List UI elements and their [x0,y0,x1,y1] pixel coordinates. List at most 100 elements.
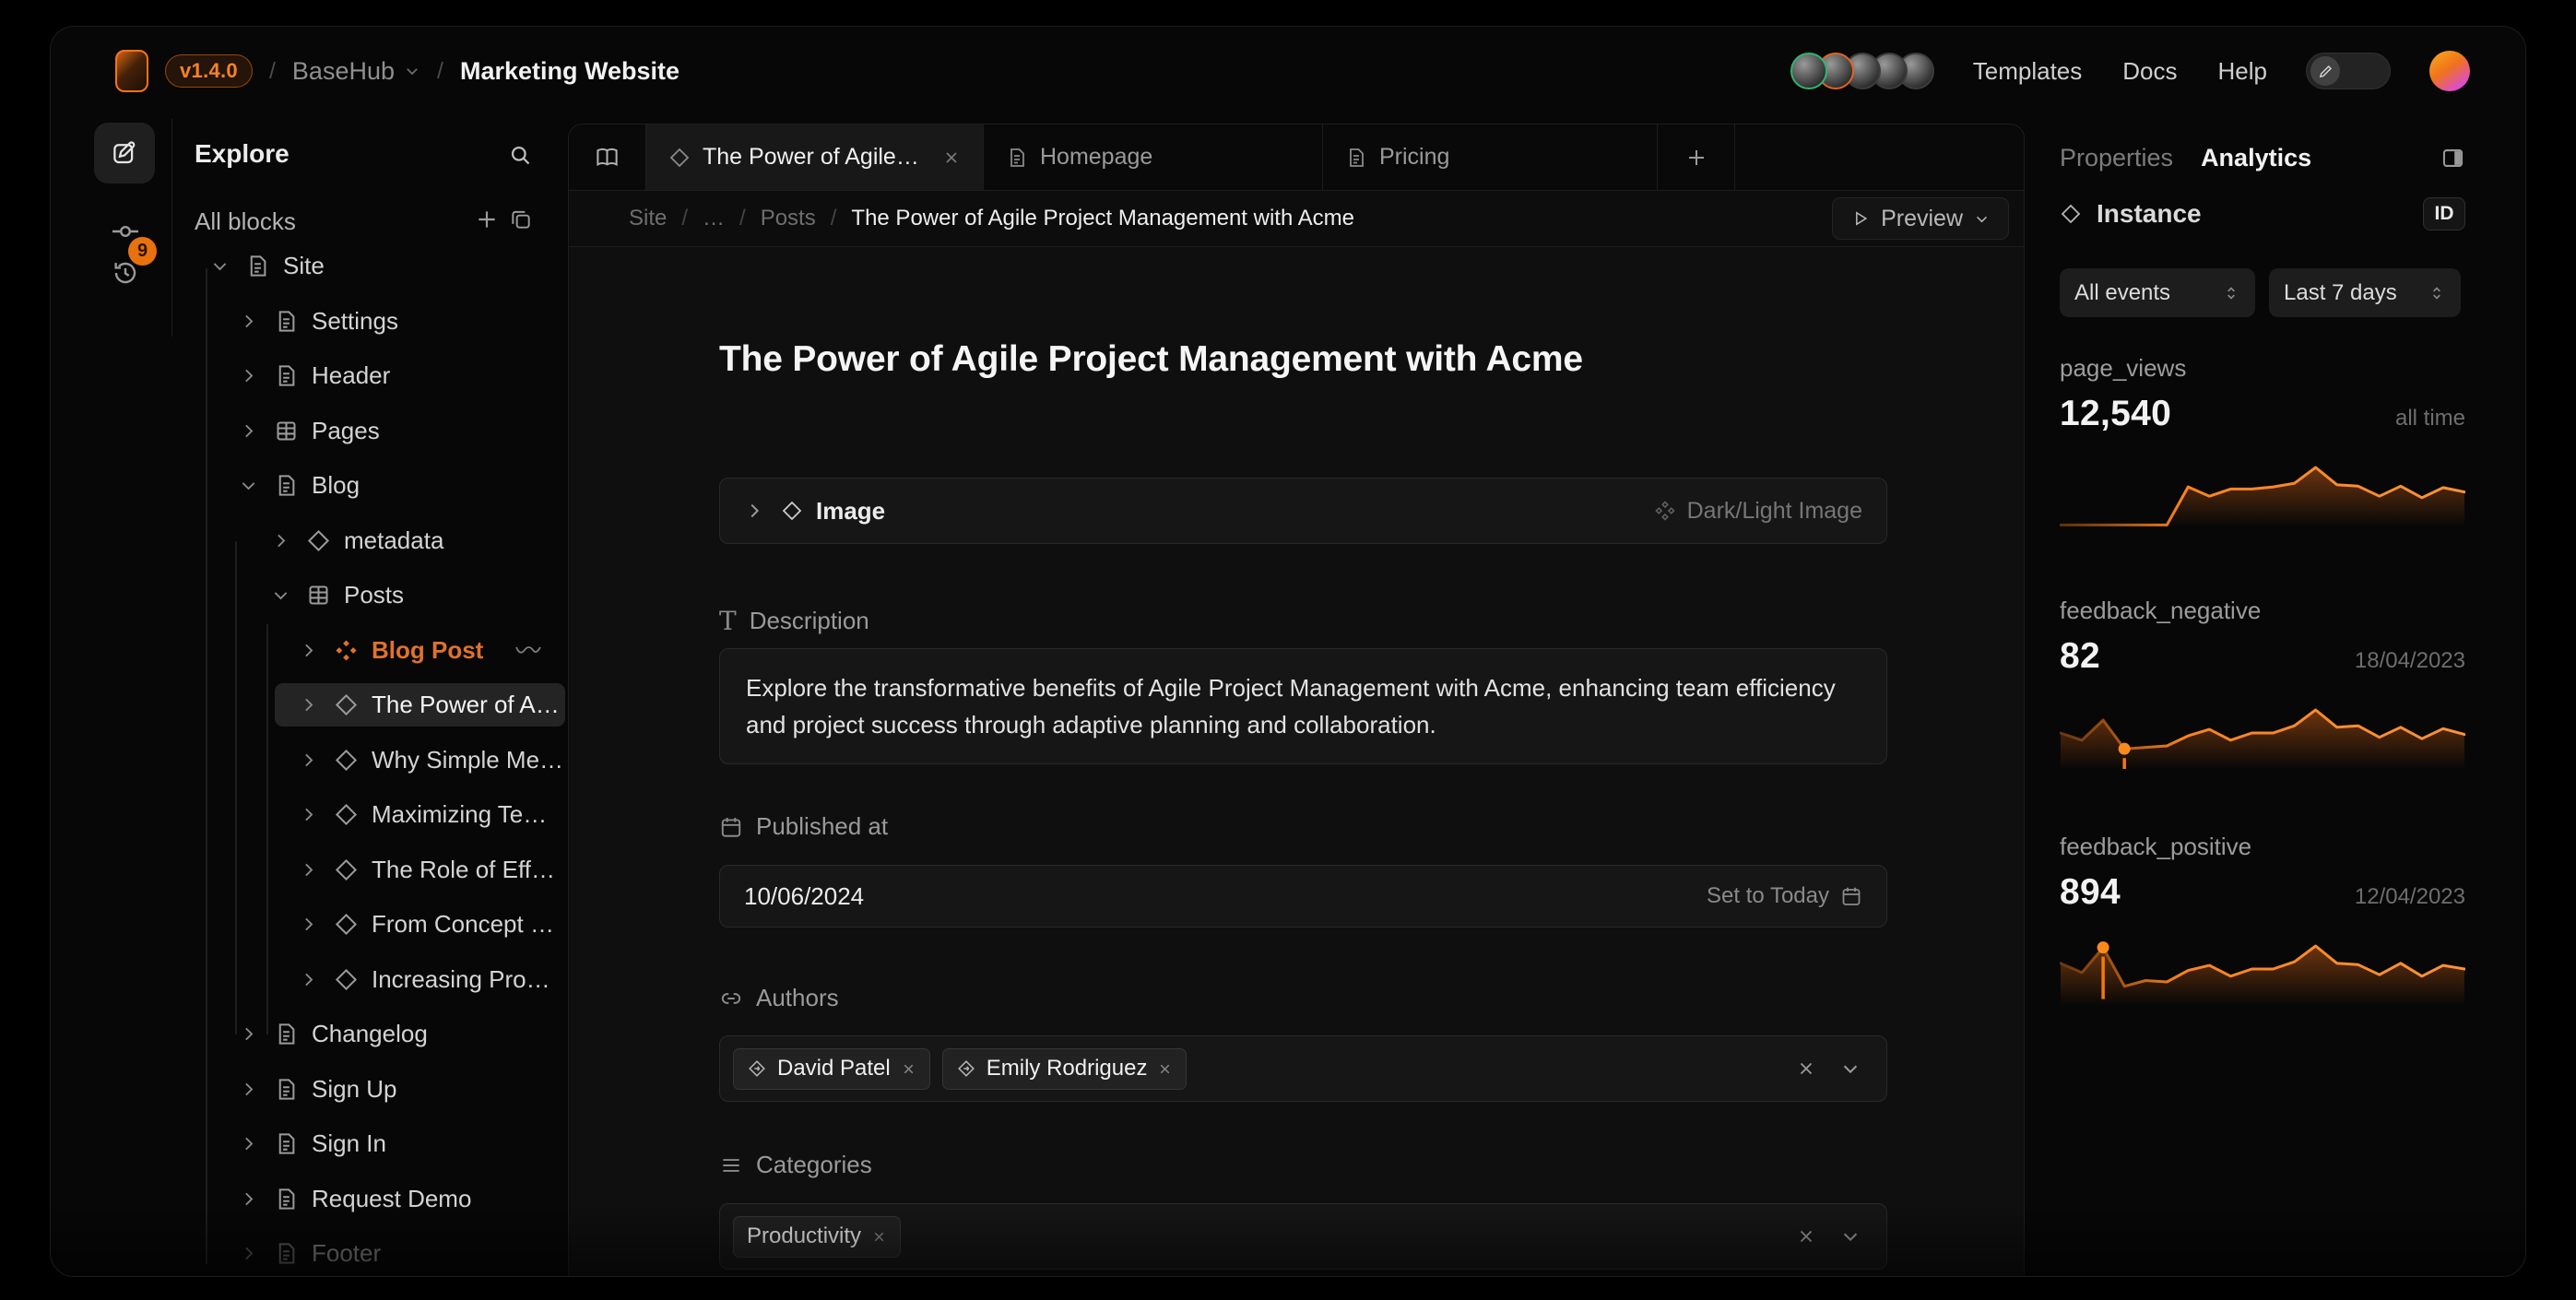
published-date-input[interactable]: 10/06/2024 Set to Today [719,865,1887,928]
clear-icon[interactable] [1796,1226,1816,1247]
tree-item[interactable]: Maximizing Te… [275,793,565,836]
chevron-right-icon[interactable] [299,750,318,770]
chevron-right-icon[interactable] [299,970,318,989]
top-link-help[interactable]: Help [2218,57,2267,86]
preview-button[interactable]: Preview [1832,197,2009,240]
tree-item[interactable]: Increasing Pro… [275,958,565,1001]
description-input[interactable]: Explore the transformative benefits of A… [719,648,1887,764]
editor-tab-2[interactable]: Homepage [984,124,1323,190]
tree-item[interactable]: Footer [215,1232,565,1275]
breadcrumb-segment[interactable]: Posts [761,206,816,231]
tree-item-label: Pages [312,417,380,445]
chevron-right-icon[interactable] [299,641,318,660]
chevron-right-icon[interactable] [239,1080,258,1099]
avatar[interactable] [1790,53,1827,89]
tab-properties[interactable]: Properties [2060,144,2173,172]
filter-select-1[interactable]: All events [2060,268,2255,317]
project-name: Marketing Website [460,57,679,86]
tree-item[interactable]: Pages [215,409,565,453]
tab-analytics[interactable]: Analytics [2201,144,2311,172]
workspace-switcher[interactable]: BaseHub [292,57,420,86]
authors-input[interactable]: David Patel Emily Rodriguez [719,1035,1887,1102]
chevron-down-icon[interactable] [1840,1058,1861,1079]
tree-item[interactable]: The Power of A… [275,683,565,727]
top-bar: v1.4.0 / BaseHub / Marketing Website Tem… [51,27,2525,115]
set-to-today-button[interactable]: Set to Today [1707,883,1862,909]
tree-item[interactable]: Blog Post [275,629,565,672]
workspace-breadcrumb: v1.4.0 / BaseHub / Marketing Website [115,50,679,92]
chevron-right-icon[interactable] [239,366,258,385]
remove-chip-icon[interactable] [901,1061,916,1077]
clear-icon[interactable] [1796,1058,1816,1079]
editor-tab-1[interactable]: The Power of Agile… [646,124,984,190]
chevrons-updown-icon [2222,284,2240,302]
edit-mode-toggle[interactable] [2306,53,2391,89]
duplicate-icon[interactable] [509,207,533,231]
breadcrumb-segment[interactable]: Site [629,206,667,231]
chip-productivity[interactable]: Productivity [733,1216,901,1258]
chip-david-patel[interactable]: David Patel [733,1048,930,1090]
sparkline-chart [2060,922,2465,1010]
doc-icon [274,1077,299,1102]
tree-item[interactable]: Settings [215,300,565,343]
chip-emily-rodriguez[interactable]: Emily Rodriguez [942,1048,1188,1090]
chevron-right-icon[interactable] [299,805,318,824]
field-controls [1796,1226,1873,1247]
chevron-down-icon[interactable] [271,585,290,605]
chevron-down-icon[interactable] [239,476,258,495]
basehub-logo[interactable] [115,50,148,92]
top-link-templates[interactable]: Templates [1973,57,2083,86]
chevron-right-icon[interactable] [239,1244,258,1263]
history-button[interactable] [110,257,141,289]
chevron-down-icon[interactable] [1840,1226,1861,1247]
compose-button[interactable] [94,123,155,183]
chevron-right-icon[interactable] [239,1024,258,1044]
tree-item[interactable]: Site [186,244,565,288]
diamond-icon [334,912,359,937]
new-tab-button[interactable] [1658,124,1735,190]
add-block-icon[interactable] [475,207,499,231]
stat-value-row: 8218/04/2023 [2060,636,2465,677]
tree-item[interactable]: metadata [247,519,565,562]
chevron-right-icon[interactable] [299,915,318,934]
chevron-right-icon[interactable] [239,421,258,441]
published-field-label: Published at [719,812,1887,841]
image-block-row[interactable]: Image Dark/Light Image [719,478,1887,544]
remove-chip-icon[interactable] [1157,1061,1173,1077]
preview-label: Preview [1881,206,1963,232]
breadcrumb-segment: The Power of Agile Project Management wi… [851,206,1354,231]
app-window: v1.4.0 / BaseHub / Marketing Website Tem… [50,26,2526,1277]
top-link-docs[interactable]: Docs [2122,57,2177,86]
version-badge[interactable]: v1.4.0 [165,54,253,88]
library-tab[interactable] [569,124,646,190]
tree-item[interactable]: The Role of Eff… [275,848,565,892]
id-badge[interactable]: ID [2423,197,2465,230]
tree-item[interactable]: Changelog [215,1012,565,1056]
filter-select-2[interactable]: Last 7 days [2269,268,2461,317]
categories-input[interactable]: Productivity [719,1203,1887,1270]
tree-item[interactable]: Sign Up [215,1068,565,1111]
chevron-right-icon[interactable] [239,312,258,331]
chevron-down-icon[interactable] [210,256,230,276]
chevron-right-icon[interactable] [271,531,290,550]
tree-item[interactable]: Posts [247,573,565,617]
tree-item[interactable]: From Concept … [275,903,565,946]
remove-chip-icon[interactable] [871,1229,887,1245]
breadcrumb-separator: / [739,206,746,231]
tree-item[interactable]: Header [215,354,565,397]
tree-item-label: Request Demo [312,1185,471,1213]
chevron-right-icon[interactable] [299,860,318,880]
chevron-right-icon[interactable] [239,1134,258,1153]
tree-item[interactable]: Request Demo [215,1177,565,1221]
tree-item[interactable]: Sign In [215,1122,565,1165]
search-icon[interactable] [508,143,533,168]
close-icon[interactable] [942,148,961,167]
tree-item[interactable]: Blog [215,464,565,507]
chevron-right-icon[interactable] [299,695,318,715]
panel-toggle-icon[interactable] [2440,146,2465,171]
chevron-right-icon[interactable] [239,1189,258,1209]
editor-tab-3[interactable]: Pricing [1323,124,1658,190]
breadcrumb-segment[interactable]: … [703,206,725,231]
user-avatar[interactable] [2429,51,2470,91]
tree-item[interactable]: Why Simple Me… [275,739,565,782]
